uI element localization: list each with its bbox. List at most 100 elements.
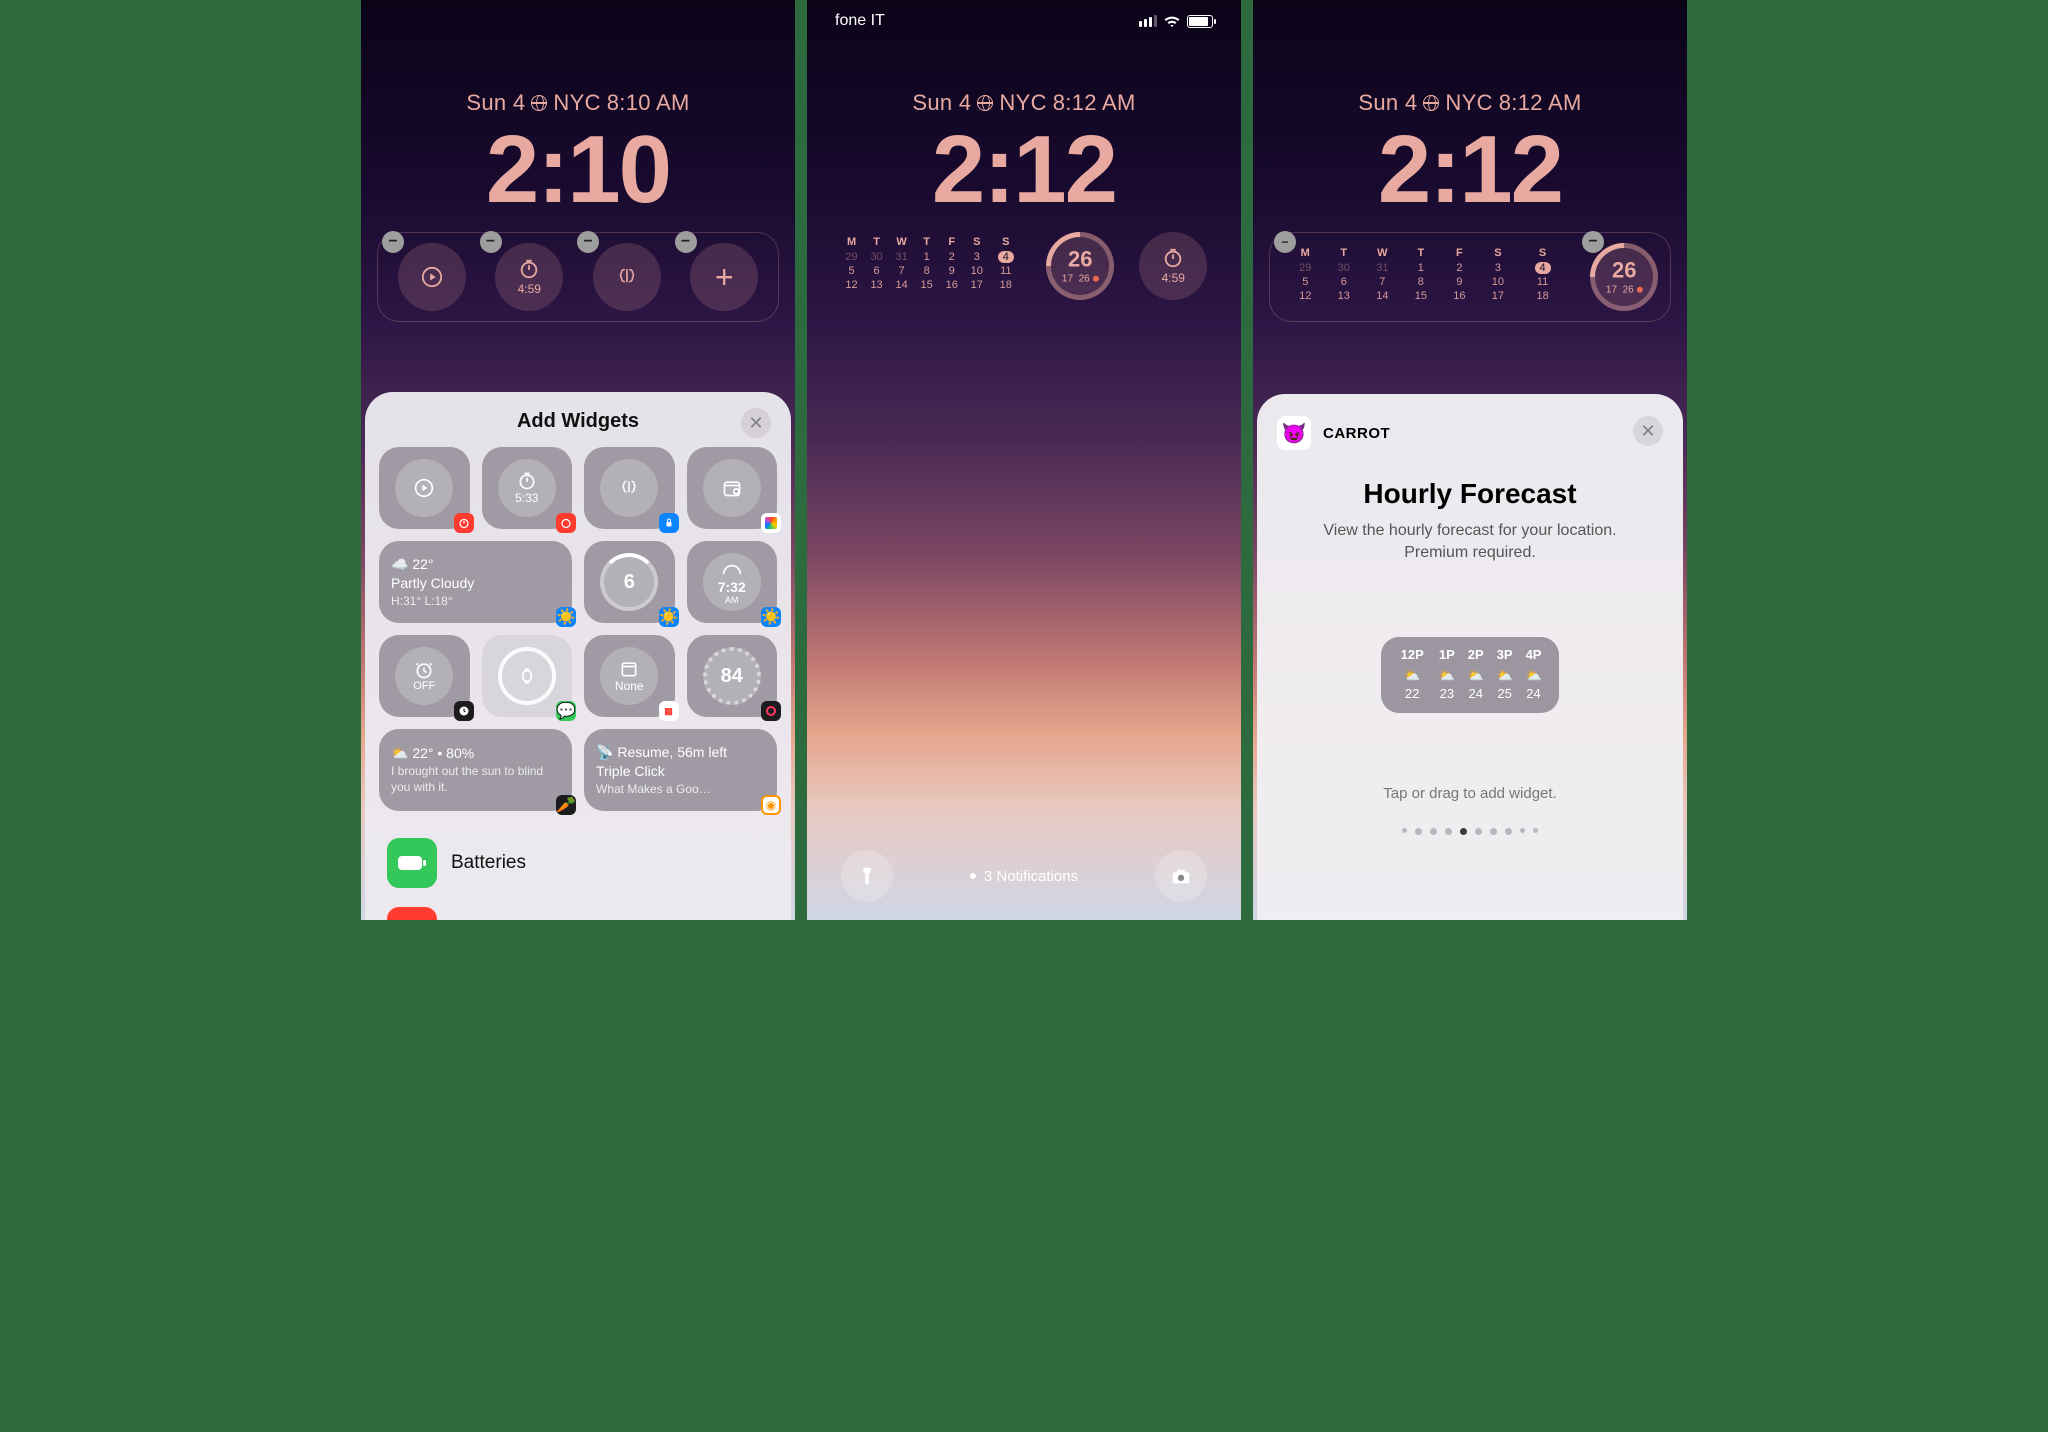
- lockscreen-time: 2:12: [1253, 122, 1687, 218]
- remove-widget-button[interactable]: −: [577, 231, 599, 253]
- calendar-add-icon: [722, 478, 742, 498]
- lockscreen-bottom-bar: 3 Notifications: [807, 850, 1241, 902]
- widget-slot-play[interactable]: −: [388, 243, 476, 311]
- suggestion-weather-rect[interactable]: ☁️ 22° Partly Cloudy H:31° L:18° ☀️: [379, 541, 572, 623]
- suggestion-fitness[interactable]: 84: [687, 635, 778, 717]
- app-badge-icon: [454, 513, 474, 533]
- timer-icon: [1162, 247, 1184, 269]
- widget-slot-focus[interactable]: −: [583, 243, 671, 311]
- sunrise-ampm: AM: [725, 595, 739, 605]
- overcast-l1: Resume, 56m left: [617, 744, 727, 760]
- suggestion-cal-none[interactable]: None▦: [584, 635, 675, 717]
- play-icon: [421, 266, 443, 288]
- partial-app-icon: [387, 907, 437, 920]
- uv-value: 6: [624, 571, 635, 594]
- add-widget-hint: Tap or drag to add widget.: [1277, 785, 1663, 802]
- play-icon: [414, 478, 434, 498]
- remove-widget-button[interactable]: −: [1274, 231, 1296, 253]
- app-badge-icon: 🥕: [556, 795, 576, 815]
- suggestion-brain[interactable]: [584, 447, 675, 529]
- widget-slot-add[interactable]: − +: [681, 243, 769, 311]
- suggestion-calendar-add[interactable]: [687, 447, 778, 529]
- activity-ring-widget[interactable]: − 2617 26: [1588, 243, 1660, 311]
- carrot-app-icon: 😈: [1277, 416, 1311, 450]
- app-badge-icon: ☀️: [761, 607, 781, 627]
- suggestion-timer[interactable]: 5:33: [482, 447, 573, 529]
- carrier-text: fone IT: [835, 12, 885, 30]
- hourly-forecast-preview[interactable]: 12P1P2P3P4P⛅⛅⛅⛅⛅2223242524: [1381, 637, 1559, 713]
- app-row-batteries[interactable]: Batteries: [379, 823, 777, 902]
- camera-icon: [1170, 865, 1192, 887]
- widget-title: Hourly Forecast: [1277, 478, 1663, 510]
- close-button[interactable]: ✕: [1633, 416, 1663, 446]
- cellular-icon: [1139, 15, 1157, 27]
- suggestions-grid: 5:33 ☁️ 22° Partly Cloudy H:31° L:18° ☀️…: [379, 447, 777, 811]
- brain-icon: [616, 266, 638, 288]
- timer-icon: [518, 258, 540, 280]
- carrot-line2: I brought out the sun to blind you with …: [391, 763, 560, 795]
- suggestion-uv[interactable]: 6☀️: [584, 541, 675, 623]
- sunrise-time: 7:32: [718, 579, 746, 595]
- remove-widget-button[interactable]: −: [675, 231, 697, 253]
- app-badge-icon: [556, 513, 576, 533]
- date-text: Sun 4: [1358, 90, 1417, 116]
- widget-description: View the hourly forecast for your locati…: [1277, 520, 1663, 565]
- lockscreen-date-row: Sun 4 NYC 8:10 AM: [361, 90, 795, 116]
- notifications-indicator[interactable]: 3 Notifications: [970, 868, 1078, 885]
- lockscreen-date-row: Sun 4 NYC 8:12 AM: [807, 90, 1241, 116]
- timer-icon: [517, 471, 537, 491]
- date-text: Sun 4: [912, 90, 971, 116]
- sub-time-text: 8:12 AM: [1053, 90, 1136, 116]
- weather-hilo: H:31° L:18°: [391, 593, 474, 609]
- globe-icon: [1423, 95, 1439, 111]
- flashlight-icon: [856, 865, 878, 887]
- suggestion-play[interactable]: [379, 447, 470, 529]
- weather-cond: Partly Cloudy: [391, 574, 474, 593]
- city-text: NYC: [999, 90, 1046, 116]
- city-text: NYC: [553, 90, 600, 116]
- app-badge-icon: [659, 513, 679, 533]
- sub-time-text: 8:12 AM: [1499, 90, 1582, 116]
- calendar-icon: [619, 659, 639, 679]
- lockscreen-time: 2:12: [807, 122, 1241, 218]
- remove-widget-button[interactable]: −: [382, 231, 404, 253]
- ring-main: 26: [1612, 258, 1636, 284]
- weather-temp: 22°: [412, 556, 433, 572]
- calendar-widget[interactable]: MTWTFSS293031123456789101112131415161718: [833, 232, 1028, 300]
- remove-widget-button[interactable]: −: [1582, 231, 1604, 253]
- app-badge-icon: ☀️: [659, 607, 679, 627]
- lockscreen-time: 2:10: [361, 122, 795, 218]
- widget-row-editing[interactable]: − MTWTFSS2930311234567891011121314151617…: [1269, 232, 1671, 322]
- timer-value: 5:33: [515, 491, 538, 505]
- camera-button[interactable]: [1155, 850, 1207, 902]
- sub-time-text: 8:10 AM: [607, 90, 690, 116]
- app-badge-icon: [454, 701, 474, 721]
- calendar-widget[interactable]: − MTWTFSS2930311234567891011121314151617…: [1280, 243, 1574, 311]
- plus-icon[interactable]: +: [690, 243, 758, 311]
- phone-center-lockscreen: fone IT Sun 4 NYC 8:12 AM 2:12 MTWTFSS29…: [807, 0, 1241, 920]
- globe-icon: [977, 95, 993, 111]
- flashlight-button[interactable]: [841, 850, 893, 902]
- app-badge-icon: ☀️: [556, 607, 576, 627]
- app-badge-icon: [761, 701, 781, 721]
- close-button[interactable]: ✕: [741, 408, 771, 438]
- suggestion-alarm[interactable]: OFF: [379, 635, 470, 717]
- page-indicator[interactable]: [1277, 828, 1663, 835]
- app-row-next[interactable]: [379, 902, 777, 920]
- carrot-line1: 22° • 80%: [412, 745, 474, 761]
- wifi-icon: [1163, 12, 1181, 30]
- suggestion-sunrise[interactable]: 7:32AM☀️: [687, 541, 778, 623]
- remove-widget-button[interactable]: −: [480, 231, 502, 253]
- notifications-text: 3 Notifications: [984, 868, 1078, 885]
- activity-ring-widget[interactable]: 2617 26: [1038, 232, 1121, 300]
- timer-widget[interactable]: 4:59: [1132, 232, 1215, 300]
- cal-none-text: None: [615, 679, 644, 693]
- alarm-off: OFF: [413, 680, 435, 692]
- suggestion-carrot-rect[interactable]: ⛅ 22° • 80% I brought out the sun to bli…: [379, 729, 572, 811]
- suggestion-overcast-rect[interactable]: 📡 Resume, 56m left Triple Click What Mak…: [584, 729, 777, 811]
- phone-right-carrot-widget: Sun 4 NYC 8:12 AM 2:12 − MTWTFSS29303112…: [1253, 0, 1687, 920]
- watch-icon: [517, 666, 537, 686]
- widget-slot-timer[interactable]: − 4:59: [486, 243, 574, 311]
- widget-row-editing[interactable]: − − 4:59 − − +: [377, 232, 779, 322]
- suggestion-watch[interactable]: 💬: [482, 635, 573, 717]
